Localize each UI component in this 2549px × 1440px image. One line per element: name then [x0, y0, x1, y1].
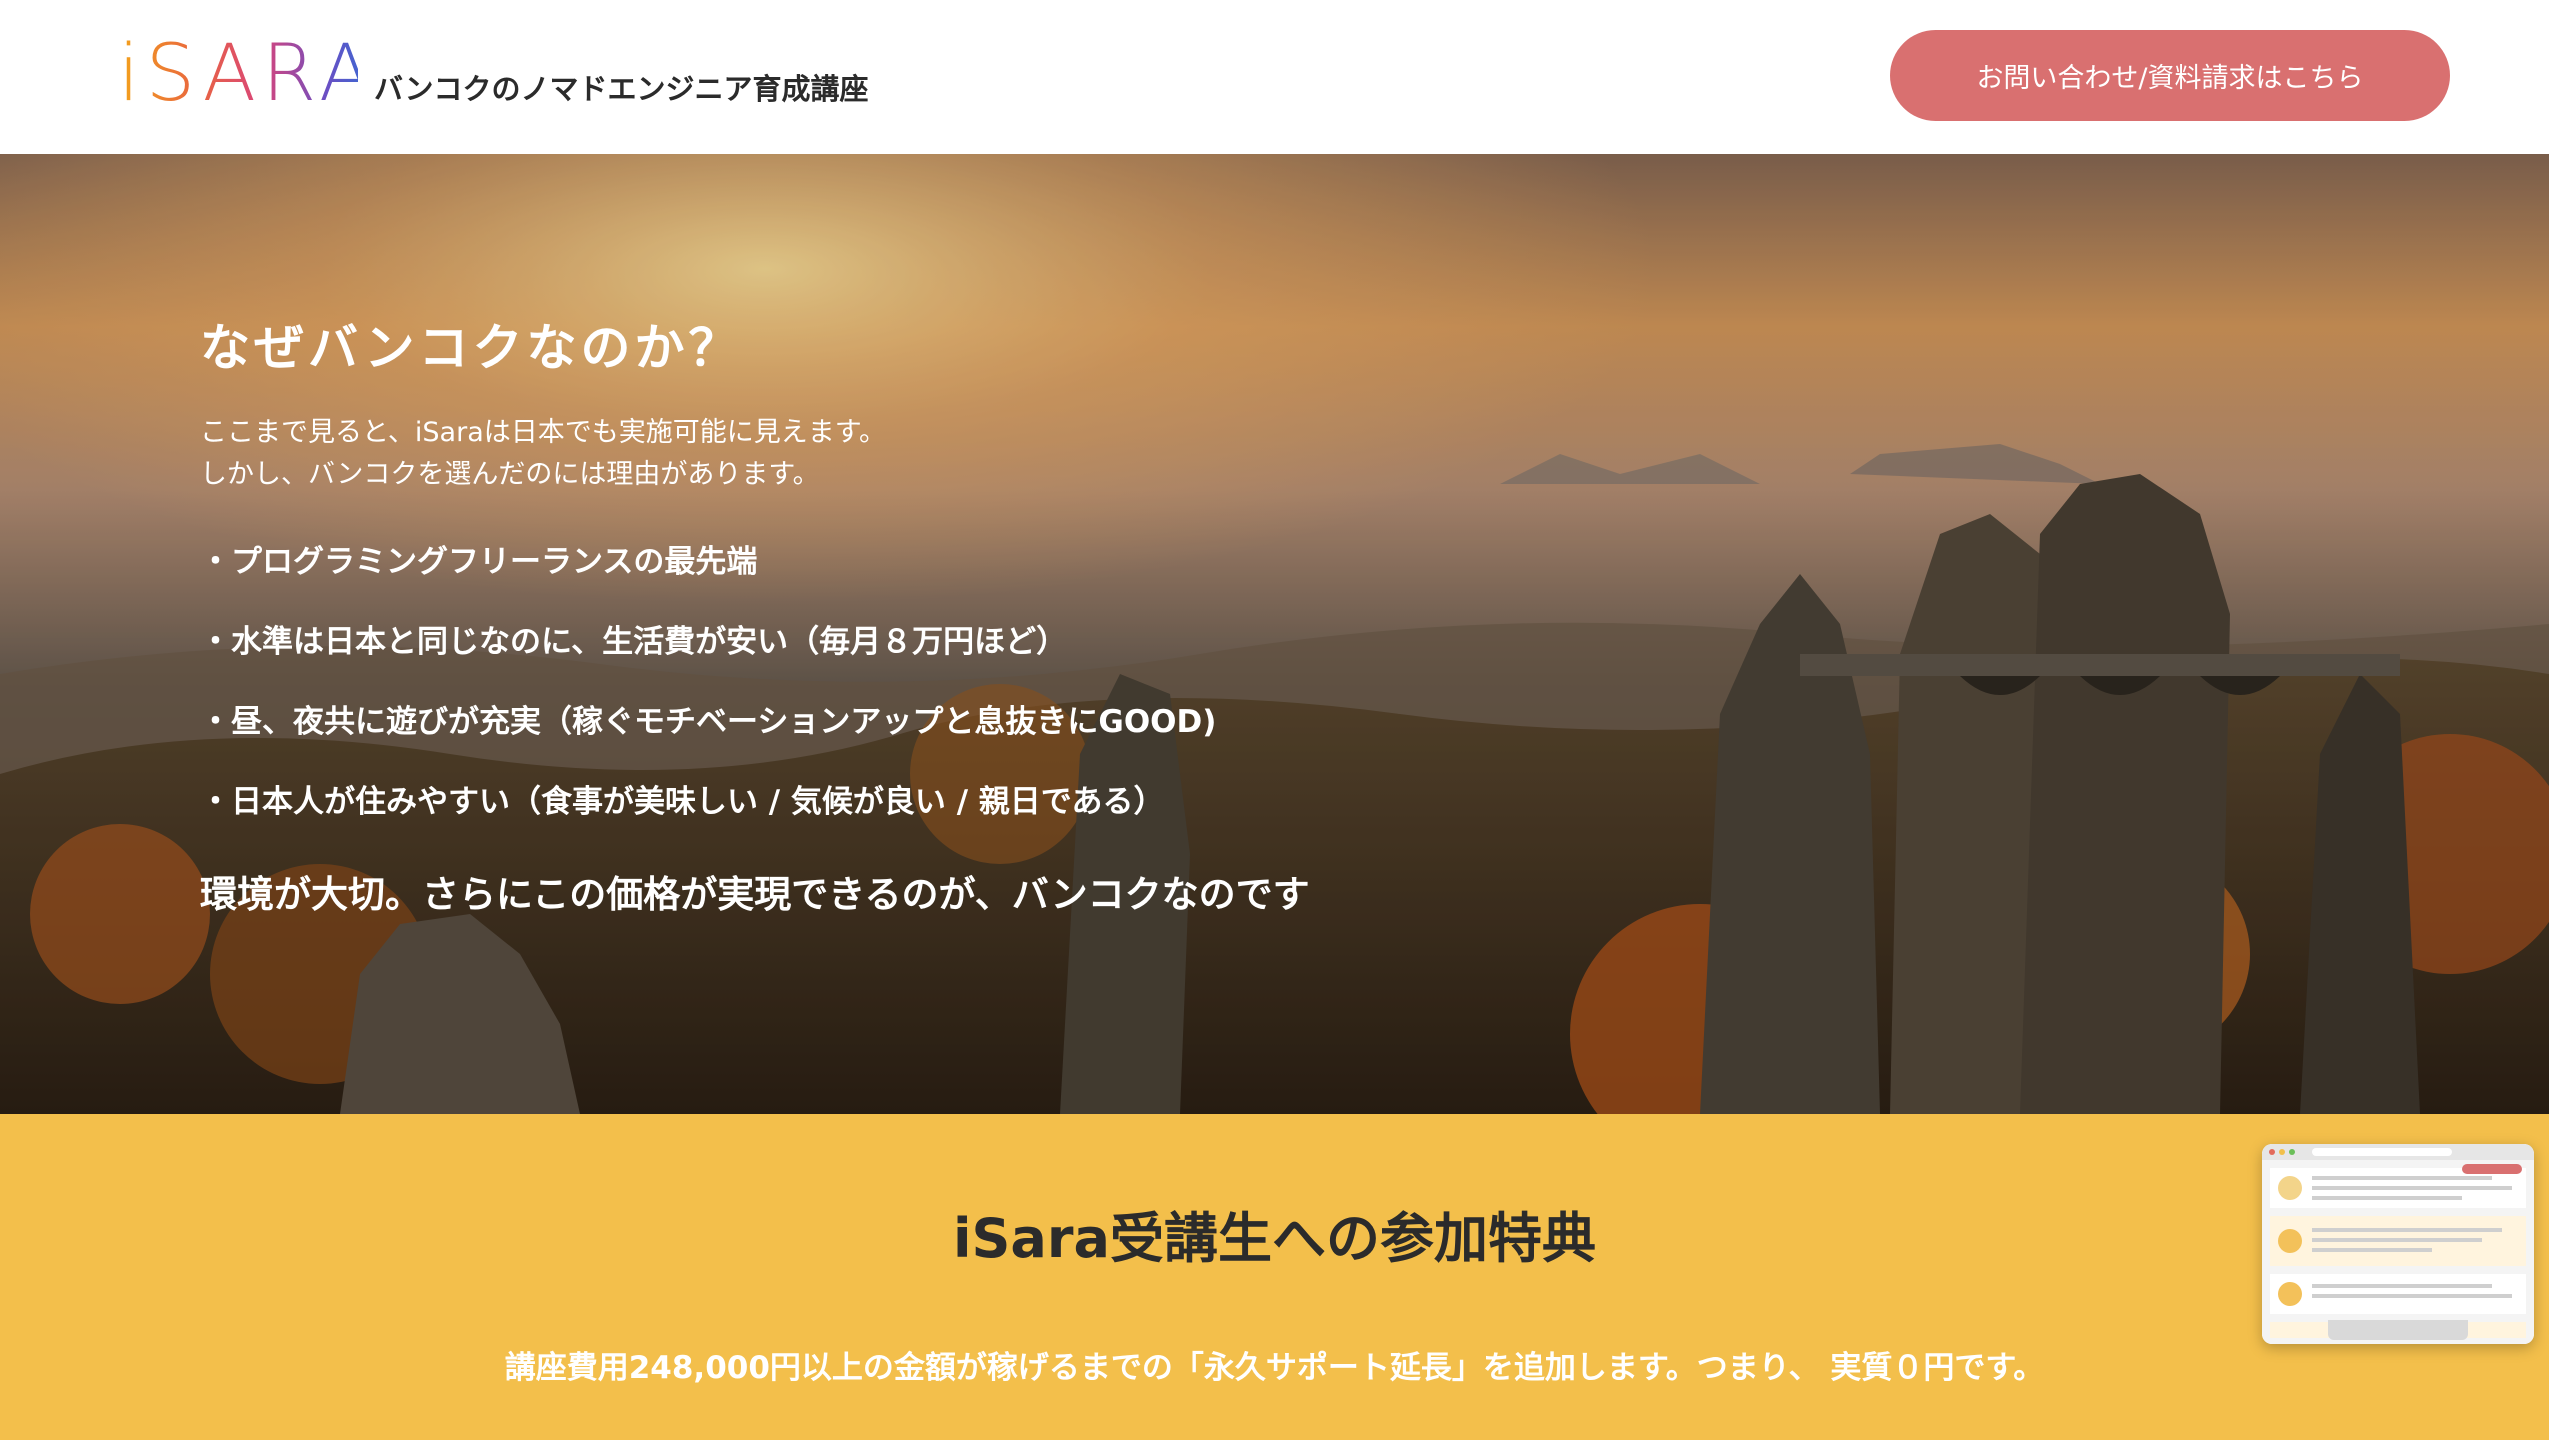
hero-intro: ここまで見ると、iSaraは日本でも実施可能に見えます。 しかし、バンコクを選ん…	[200, 412, 886, 496]
isara-logo[interactable]: iSARA	[118, 36, 358, 106]
hero-point-1: ・プログラミングフリーランスの最先端	[200, 544, 758, 580]
contact-request-button[interactable]: お問い合わせ/資料請求はこちら	[1890, 30, 2450, 121]
hero-point-4: ・日本人が住みやすい（食事が美味しい / 気候が良い / 親日である）	[200, 784, 1165, 820]
benefits-section: iSara受講生への参加特典 講座費用248,000円以上の金額が稼げるまでの「…	[0, 1114, 2549, 1440]
site-tagline: バンコクのノマドエンジニア育成講座	[374, 72, 869, 106]
hero-title: なぜバンコクなのか？	[200, 319, 743, 377]
hero-intro-line-1: ここまで見ると、iSaraは日本でも実施可能に見えます。	[200, 417, 887, 448]
thumbnail-stand	[2328, 1320, 2468, 1340]
hero-closing: 環境が大切。さらにこの価格が実現できるのが、バンコクなのです	[200, 873, 1310, 916]
hero-point-3: ・昼、夜共に遊びが充実（稼ぐモチベーションアップと息抜きにGOOD)	[200, 704, 1217, 740]
hero-intro-line-2: しかし、バンコクを選んだのには理由があります。	[200, 459, 820, 490]
hero-point-2: ・水準は日本と同じなのに、生活費が安い（毎月８万円ほど）	[200, 624, 1068, 660]
benefits-text: 講座費用248,000円以上の金額が稼げるまでの「永久サポート延長」を追加します…	[504, 1350, 2045, 1386]
page-preview-image	[2262, 1144, 2534, 1344]
page-preview-thumbnail[interactable]	[2262, 1144, 2534, 1344]
site-header: iSARA バンコクのノマドエンジニア育成講座 お問い合わせ/資料請求はこちら	[0, 0, 2549, 154]
benefits-title: iSara受講生への参加特典	[953, 1207, 1596, 1270]
svg-text:iSARA: iSARA	[118, 36, 358, 106]
hero-content: なぜバンコクなのか？ ここまで見ると、iSaraは日本でも実施可能に見えます。 …	[200, 154, 1700, 1114]
hero-section: なぜバンコクなのか？ ここまで見ると、iSaraは日本でも実施可能に見えます。 …	[0, 154, 2549, 1114]
